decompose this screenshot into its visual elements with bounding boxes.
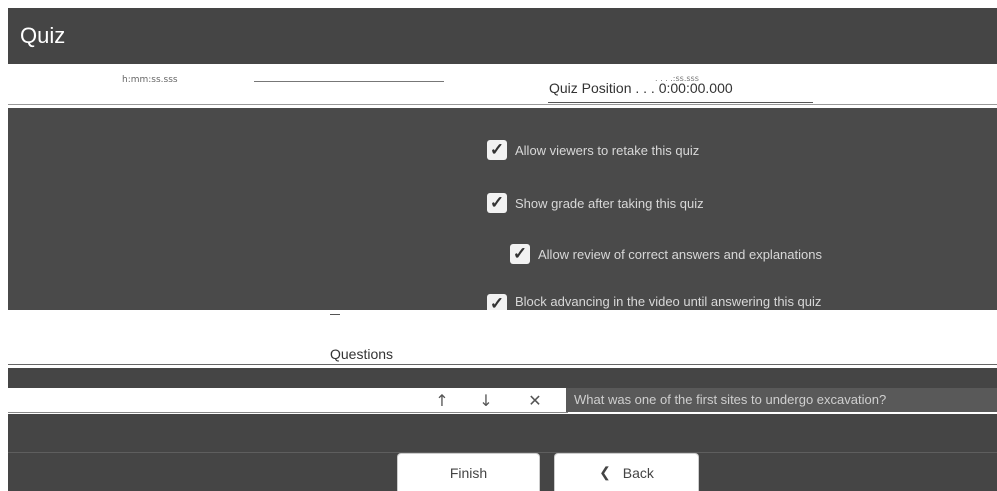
check-icon[interactable]: ✓ [510,244,530,264]
option-allow-retake[interactable]: ✓ Allow viewers to retake this quiz [487,140,699,160]
questions-header-band [8,368,997,388]
option-label: Allow viewers to retake this quiz [515,142,700,158]
back-button-label: Back [622,464,654,481]
quiz-position-label: Quiz Position . . . 0:00:00.000 [549,80,733,96]
back-button[interactable]: ❮ Back [554,453,699,491]
divider [330,314,340,315]
option-label: Block advancing in the video until answe… [515,294,822,309]
close-icon[interactable]: ✕ [522,388,548,412]
arrow-up-icon[interactable]: ↑ [429,388,455,412]
title-bar: Quiz [8,8,997,64]
check-icon[interactable]: ✓ [487,294,507,310]
option-label: Show grade after taking this quiz [515,195,704,211]
question-row[interactable]: ↑ ↓ ✕ What was one of the first sites to… [8,388,997,414]
page-title: Quiz [20,23,66,48]
question-text-field[interactable]: What was one of the first sites to under… [566,388,997,412]
timeline-strip: h:mm:ss.sss . . . .:ss.sss Quiz Position… [8,64,997,108]
option-allow-review[interactable]: ✓ Allow review of correct answers and ex… [510,244,822,264]
arrow-down-icon[interactable]: ↓ [473,388,499,412]
questions-section-label: Questions [330,346,394,362]
timeline-track[interactable] [254,81,444,82]
time-format-label: h:mm:ss.sss [122,75,178,85]
quiz-options-panel: ✓ Allow viewers to retake this quiz ✓ Sh… [8,108,997,310]
chevron-left-icon: ❮ [599,464,611,480]
finish-button[interactable]: Finish [397,453,540,491]
option-block-advancing[interactable]: ✓ Block advancing in the video until ans… [487,294,821,310]
option-label: Allow review of correct answers and expl… [538,246,822,262]
check-icon[interactable]: ✓ [487,140,507,160]
quiz-position-underline [548,102,813,103]
timeline-divider [8,104,997,105]
questions-strip: Questions [8,310,997,368]
finish-button-label: Finish [449,464,488,481]
option-show-grade[interactable]: ✓ Show grade after taking this quiz [487,193,704,213]
questions-divider [8,364,997,365]
check-icon[interactable]: ✓ [487,193,507,213]
quiz-editor: Quiz h:mm:ss.sss . . . .:ss.sss Quiz Pos… [0,0,997,491]
row-divider [8,412,568,413]
